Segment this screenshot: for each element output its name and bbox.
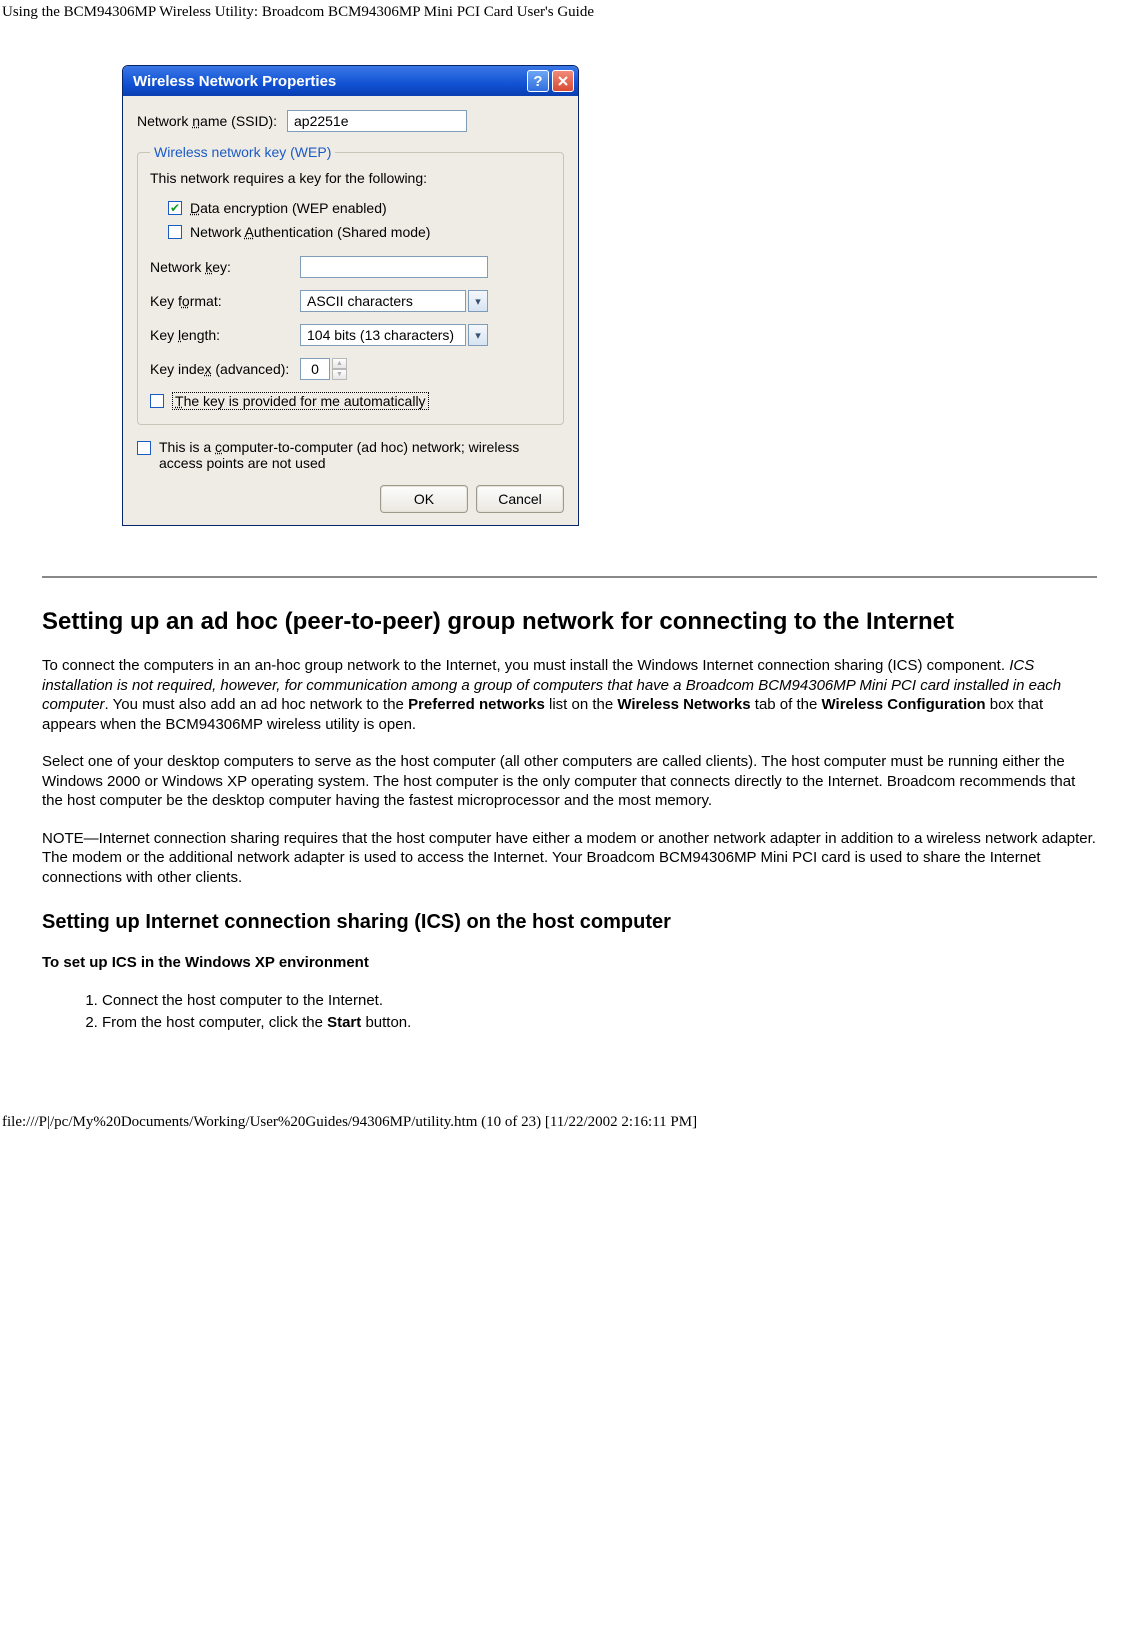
requires-text: This network requires a key for the foll…	[150, 170, 551, 186]
section-heading-ics: Setting up Internet connection sharing (…	[42, 911, 1097, 934]
adhoc-label: This is a computer-to-computer (ad hoc) …	[159, 439, 564, 471]
paragraph-3: NOTE—Internet connection sharing require…	[42, 829, 1097, 888]
adhoc-checkbox[interactable]	[137, 441, 151, 455]
section-heading-adhoc: Setting up an ad hoc (peer-to-peer) grou…	[42, 608, 1097, 636]
network-key-label: Network key:	[150, 259, 300, 275]
section-heading-xp: To set up ICS in the Windows XP environm…	[42, 954, 1097, 971]
stepper-up-icon[interactable]: ▲	[332, 358, 347, 369]
network-auth-label: Network Authentication (Shared mode)	[190, 224, 430, 240]
list-item: Connect the host computer to the Interne…	[102, 991, 1097, 1011]
network-key-input[interactable]	[300, 256, 488, 278]
ssid-label: Network name (SSID):	[137, 113, 287, 129]
wep-legend: Wireless network key (WEP)	[150, 144, 335, 160]
ok-button[interactable]: OK	[380, 485, 468, 513]
close-button[interactable]	[552, 70, 574, 92]
chevron-down-icon[interactable]: ▾	[468, 290, 488, 312]
auto-key-checkbox[interactable]	[150, 394, 164, 408]
key-index-label: Key index (advanced):	[150, 361, 300, 377]
auto-key-label: The key is provided for me automatically	[172, 392, 429, 410]
dialog-title: Wireless Network Properties	[133, 73, 524, 90]
dialog-titlebar[interactable]: Wireless Network Properties ?	[123, 66, 578, 96]
paragraph-1: To connect the computers in an an-hoc gr…	[42, 656, 1097, 734]
key-length-select[interactable]: 104 bits (13 characters) ▾	[300, 324, 488, 346]
data-encryption-checkbox[interactable]: ✔	[168, 201, 182, 215]
page-header: Using the BCM94306MP Wireless Utility: B…	[0, 0, 1139, 25]
steps-list: Connect the host computer to the Interne…	[102, 991, 1097, 1032]
chevron-down-icon[interactable]: ▾	[468, 324, 488, 346]
key-format-label: Key format:	[150, 293, 300, 309]
network-auth-checkbox[interactable]	[168, 225, 182, 239]
separator	[42, 576, 1097, 578]
ssid-input[interactable]: ap2251e	[287, 110, 467, 132]
wireless-properties-dialog: Wireless Network Properties ? Network na…	[122, 65, 579, 526]
help-button[interactable]: ?	[527, 70, 549, 92]
cancel-button[interactable]: Cancel	[476, 485, 564, 513]
key-index-stepper[interactable]: 0 ▲ ▼	[300, 358, 347, 380]
key-format-select[interactable]: ASCII characters ▾	[300, 290, 488, 312]
wep-group: Wireless network key (WEP) This network …	[137, 144, 564, 425]
content-area: Wireless Network Properties ? Network na…	[0, 25, 1139, 1074]
paragraph-2: Select one of your desktop computers to …	[42, 752, 1097, 811]
key-length-label: Key length:	[150, 327, 300, 343]
page-footer: file:///P|/pc/My%20Documents/Working/Use…	[0, 1074, 1139, 1137]
list-item: From the host computer, click the Start …	[102, 1013, 1097, 1033]
data-encryption-label: Data encryption (WEP enabled)	[190, 200, 387, 216]
stepper-down-icon[interactable]: ▼	[332, 369, 347, 380]
